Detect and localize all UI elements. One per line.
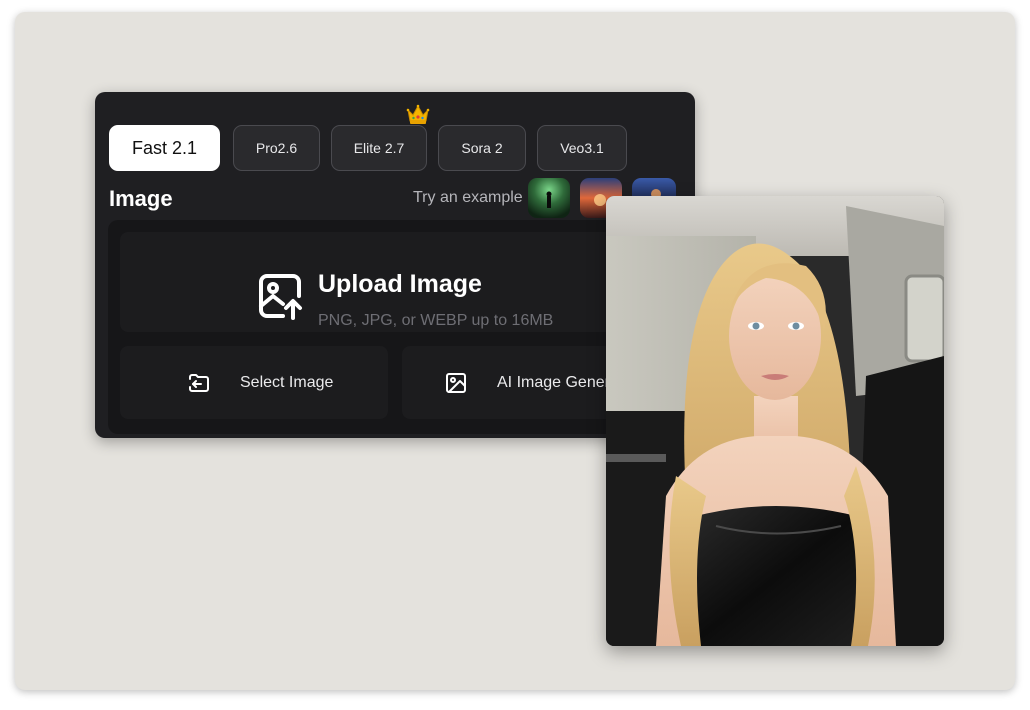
- upload-dropzone[interactable]: Upload Image PNG, JPG, or WEBP up to 16M…: [120, 232, 690, 332]
- section-title: Image: [109, 186, 173, 211]
- tab-fast-2-1[interactable]: Fast 2.1: [109, 125, 220, 171]
- select-image-label: Select Image: [240, 373, 334, 391]
- tab-elite-2-7[interactable]: Elite 2.7: [331, 125, 427, 171]
- tab-veo-3-1[interactable]: Veo3.1: [537, 125, 627, 171]
- image-upload-icon: [259, 274, 302, 320]
- image-icon: [446, 372, 466, 393]
- ai-image-generator-label: AI Image Gener: [497, 373, 610, 391]
- upload-subtitle: PNG, JPG, or WEBP up to 16MB: [318, 312, 554, 329]
- example-thumbnail-1[interactable]: [528, 178, 570, 218]
- generator-panel: Fast 2.1 Pro2.6 Elite 2.7 Sora 2 Veo3.1 …: [95, 92, 702, 438]
- tab-sora-2[interactable]: Sora 2: [438, 125, 526, 171]
- try-example-label: Try an example: [413, 189, 523, 206]
- crown-icon: [406, 104, 430, 124]
- preview-photo: [606, 196, 944, 646]
- folder-import-icon: [189, 373, 209, 392]
- canvas: Fast 2.1 Pro2.6 Elite 2.7 Sora 2 Veo3.1 …: [15, 12, 1015, 690]
- upload-title: Upload Image: [318, 270, 482, 298]
- tab-pro-2-6[interactable]: Pro2.6: [233, 125, 320, 171]
- select-image-button[interactable]: Select Image: [120, 346, 388, 419]
